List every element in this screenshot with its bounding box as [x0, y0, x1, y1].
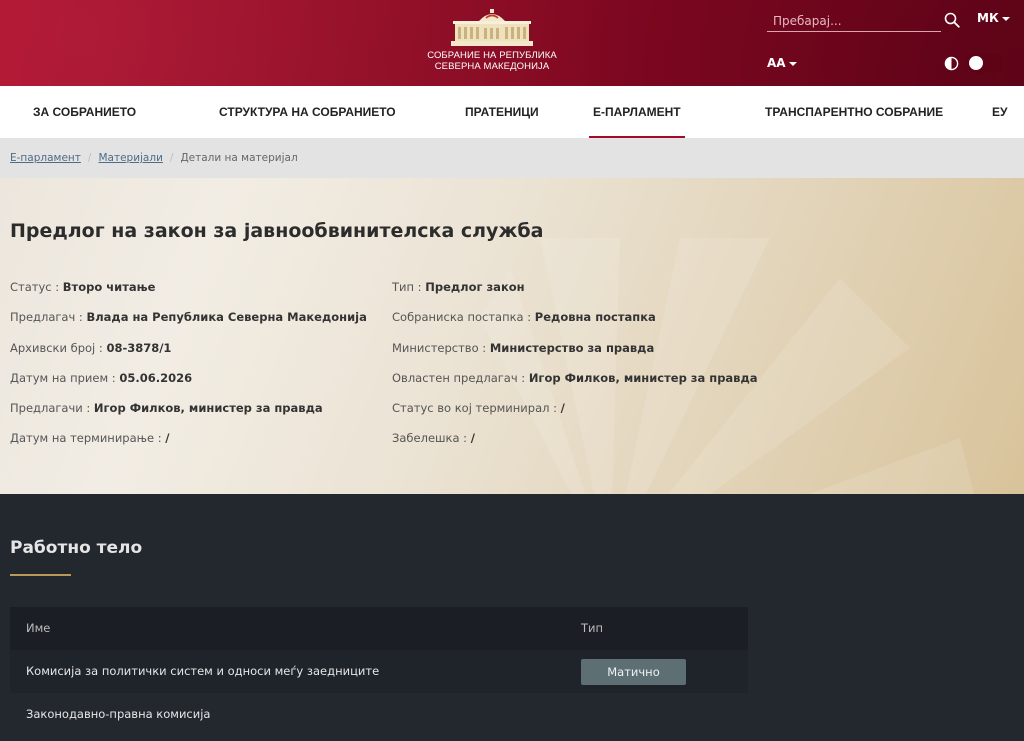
column-header-name: Име	[26, 621, 51, 635]
column-header-type: Тип	[581, 621, 604, 635]
field-status: Статус : Второ читање	[10, 280, 156, 294]
search-box	[767, 10, 941, 32]
field-ministry: Министерство : Министерство за правда	[392, 341, 655, 355]
breadcrumb-e-parliament[interactable]: Е-парламент	[10, 152, 81, 164]
row-name: Законодавно-правна комисија	[26, 707, 211, 721]
nav-item-structure[interactable]: СТРУКТУРА НА СОБРАНИЕТО	[219, 86, 396, 138]
decorative-sunburst	[480, 238, 974, 494]
main-navigation: ЗА СОБРАНИЕТО СТРУКТУРА НА СОБРАНИЕТО ПР…	[0, 86, 1024, 138]
nav-item-eu[interactable]: ЕУ	[992, 86, 1007, 138]
work-body-title: Работно тело	[10, 538, 143, 558]
nav-item-mps[interactable]: ПРАТЕНИЦИ	[465, 86, 539, 138]
site-header: СОБРАНИЕ НА РЕПУБЛИКА СЕВЕРНА МАКЕДОНИЈА…	[0, 0, 1024, 86]
field-proposers: Предлагачи : Игор Филков, министер за пр…	[10, 401, 323, 415]
chevron-down-icon	[788, 61, 797, 66]
breadcrumb-materials[interactable]: Материјали	[98, 152, 162, 164]
nav-item-about[interactable]: ЗА СОБРАНИЕТО	[33, 86, 136, 138]
breadcrumb-separator: /	[169, 152, 174, 164]
logo-line-2: СЕВЕРНА МАКЕДОНИЈА	[434, 61, 550, 72]
nav-item-transparent[interactable]: ТРАНСПАРЕНТНО СОБРАНИЕ	[765, 86, 943, 138]
material-detail-panel: Предлог на закон за јавнообвинителска сл…	[0, 178, 1024, 494]
work-body-table: Име Тип Комисија за политички систем и о…	[10, 607, 748, 736]
field-type: Тип : Предлог закон	[392, 280, 525, 294]
font-size-label: AA	[767, 56, 786, 70]
search-icon[interactable]	[944, 12, 960, 28]
contrast-toggle[interactable]	[966, 53, 1004, 73]
table-row[interactable]: Законодавно-правна комисија	[10, 693, 748, 736]
language-selector[interactable]: МК	[977, 11, 1010, 25]
table-header: Име Тип	[10, 607, 748, 650]
parliament-building-icon	[451, 9, 533, 46]
breadcrumb-separator: /	[87, 152, 92, 164]
toggle-knob	[969, 56, 983, 70]
field-termination-date: Датум на терминирање : /	[10, 431, 170, 445]
chevron-down-icon	[1001, 16, 1010, 21]
search-input[interactable]	[767, 11, 941, 31]
logo-line-1: СОБРАНИЕ НА РЕПУБЛИКА	[427, 50, 557, 61]
row-name: Комисија за политички систем и односи ме…	[26, 664, 380, 678]
field-archive-number: Архивски број : 08-3878/1	[10, 341, 172, 355]
nav-item-e-parliament[interactable]: Е-ПАРЛАМЕНТ	[589, 86, 685, 138]
language-label: МК	[977, 11, 999, 25]
section-underline	[10, 574, 71, 576]
field-note: Забелешка : /	[392, 431, 475, 445]
parliament-logo[interactable]: СОБРАНИЕ НА РЕПУБЛИКА СЕВЕРНА МАКЕДОНИЈА	[425, 8, 559, 72]
field-proposer: Предлагач : Влада на Република Северна М…	[10, 310, 367, 324]
field-terminated-status: Статус во кој терминирал : /	[392, 401, 565, 415]
field-received-date: Датум на прием : 05.06.2026	[10, 371, 193, 385]
type-badge: Матично	[581, 659, 686, 685]
breadcrumb-current: Детали на материјал	[180, 152, 298, 164]
font-size-selector[interactable]: AA	[767, 56, 797, 70]
page-title: Предлог на закон за јавнообвинителска сл…	[10, 220, 544, 242]
table-row[interactable]: Комисија за политички систем и односи ме…	[10, 650, 748, 693]
field-authorized-proposer: Овластен предлагач : Игор Филков, минист…	[392, 371, 758, 385]
field-procedure: Собраниска постапка : Редовна постапка	[392, 310, 656, 324]
contrast-icon[interactable]	[944, 56, 959, 71]
breadcrumb: Е-парламент / Материјали / Детали на материј…	[0, 138, 1024, 178]
